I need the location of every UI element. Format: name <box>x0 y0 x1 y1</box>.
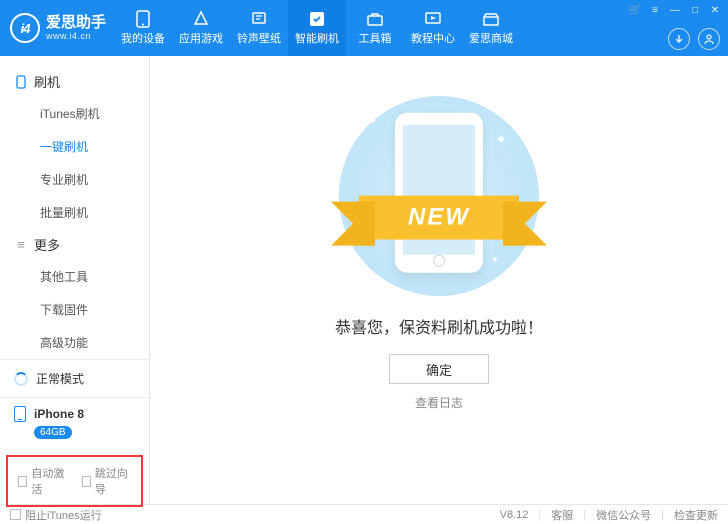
nav-apps[interactable]: 应用游戏 <box>172 0 230 56</box>
device-name: iPhone 8 <box>34 407 84 421</box>
app-header: i4 爱思助手 www.i4.cn 我的设备 应用游戏 铃声壁纸 智能刷机 工具… <box>0 0 728 56</box>
status-bar: 阻止iTunes运行 V8.12 | 客服 | 微信公众号 | 检查更新 <box>0 504 728 524</box>
nav-flash[interactable]: 智能刷机 <box>288 0 346 56</box>
device-icon <box>14 406 26 422</box>
toolbox-icon <box>365 10 385 28</box>
nav-label: 我的设备 <box>121 30 165 46</box>
phone-outline-icon <box>14 75 28 89</box>
nav-toolbox[interactable]: 工具箱 <box>346 0 404 56</box>
checkbox-icon <box>82 476 91 487</box>
nav-my-device[interactable]: 我的设备 <box>114 0 172 56</box>
sidebar-item-oneclick-flash[interactable]: 一键刷机 <box>40 130 149 163</box>
support-link[interactable]: 客服 <box>551 507 573 523</box>
bottom-options-highlight: 自动激活 跳过向导 <box>6 455 143 507</box>
status-text: 正常模式 <box>36 370 84 387</box>
sidebar: 刷机 iTunes刷机 一键刷机 专业刷机 批量刷机 ≡ 更多 其他工具 下载固… <box>0 56 150 504</box>
device-mode-status[interactable]: 正常模式 <box>0 360 149 398</box>
sidebar-item-download-fw[interactable]: 下载固件 <box>40 293 149 326</box>
phone-icon <box>133 10 153 28</box>
sidebar-item-itunes-flash[interactable]: iTunes刷机 <box>40 97 149 130</box>
minimize-icon[interactable]: — <box>668 4 682 16</box>
version-text: V8.12 <box>500 509 529 521</box>
sidebar-section-more: ≡ 更多 <box>0 229 149 260</box>
ribbon-new: NEW <box>359 196 519 240</box>
sidebar-item-other-tools[interactable]: 其他工具 <box>40 260 149 293</box>
sidebar-item-batch-flash[interactable]: 批量刷机 <box>40 196 149 229</box>
checkbox-label: 阻止iTunes运行 <box>25 507 102 523</box>
block-itunes-checkbox[interactable]: 阻止iTunes运行 <box>10 507 102 523</box>
logo-mark: i4 <box>10 13 40 43</box>
sidebar-item-pro-flash[interactable]: 专业刷机 <box>40 163 149 196</box>
app-logo: i4 爱思助手 www.i4.cn <box>10 13 106 43</box>
flash-icon <box>307 10 327 28</box>
view-log-link[interactable]: 查看日志 <box>150 394 728 411</box>
nav-ringtone[interactable]: 铃声壁纸 <box>230 0 288 56</box>
sidebar-section-flash: 刷机 <box>0 66 149 97</box>
main-panel: ✦ ✦ ✦ ✦ NEW 恭喜您，保资料刷机成功啦！ 确定 查看日志 <box>150 56 728 504</box>
menu-icon[interactable]: ≡ <box>648 4 662 16</box>
nav-store[interactable]: 爱思商城 <box>462 0 520 56</box>
checkbox-icon <box>10 509 21 520</box>
skip-wizard-checkbox[interactable]: 跳过向导 <box>82 465 132 497</box>
checkbox-icon <box>18 476 27 487</box>
sidebar-section-title: 刷机 <box>34 72 60 91</box>
check-update-link[interactable]: 检查更新 <box>674 507 718 523</box>
sidebar-item-advanced[interactable]: 高级功能 <box>40 326 149 359</box>
spinner-icon <box>14 372 28 386</box>
user-icon[interactable] <box>698 28 720 50</box>
cart-icon[interactable]: 🛒 <box>628 4 642 16</box>
tutorial-icon <box>423 10 443 28</box>
success-illustration: ✦ ✦ ✦ ✦ NEW <box>339 96 539 296</box>
ok-button[interactable]: 确定 <box>389 354 489 384</box>
nav-label: 爱思商城 <box>469 30 513 46</box>
list-icon: ≡ <box>14 237 28 252</box>
window-controls: 🛒 ≡ — □ ✕ <box>628 4 722 16</box>
top-nav: 我的设备 应用游戏 铃声壁纸 智能刷机 工具箱 教程中心 爱思商城 <box>114 0 520 56</box>
app-site: www.i4.cn <box>46 31 106 41</box>
apps-icon <box>191 10 211 28</box>
store-icon <box>481 10 501 28</box>
nav-label: 智能刷机 <box>295 30 339 46</box>
maximize-icon[interactable]: □ <box>688 4 702 16</box>
nav-tutorial[interactable]: 教程中心 <box>404 0 462 56</box>
app-name: 爱思助手 <box>46 15 106 32</box>
wechat-link[interactable]: 微信公众号 <box>596 507 651 523</box>
header-right <box>668 28 720 50</box>
auto-activate-checkbox[interactable]: 自动激活 <box>18 465 68 497</box>
checkbox-label: 跳过向导 <box>95 465 131 497</box>
device-card[interactable]: iPhone 8 64GB <box>0 398 149 451</box>
download-icon[interactable] <box>668 28 690 50</box>
nav-label: 教程中心 <box>411 30 455 46</box>
checkbox-label: 自动激活 <box>31 465 67 497</box>
sidebar-section-title: 更多 <box>34 235 60 254</box>
close-icon[interactable]: ✕ <box>708 4 722 16</box>
storage-badge: 64GB <box>34 426 72 439</box>
ringtone-icon <box>249 10 269 28</box>
success-message: 恭喜您，保资料刷机成功啦！ <box>150 314 728 338</box>
nav-label: 铃声壁纸 <box>237 30 281 46</box>
nav-label: 工具箱 <box>359 30 392 46</box>
nav-label: 应用游戏 <box>179 30 223 46</box>
